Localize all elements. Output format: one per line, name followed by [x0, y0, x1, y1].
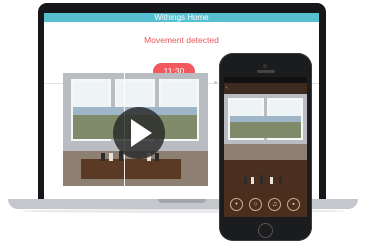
- chat-icon[interactable]: •: [230, 198, 243, 211]
- laptop-notch: [158, 199, 206, 203]
- window-title: Withings Home: [44, 13, 319, 22]
- phone-camera-feed[interactable]: [224, 94, 307, 160]
- back-icon[interactable]: ‹: [226, 83, 228, 94]
- play-icon: [131, 119, 152, 147]
- bulb-icon[interactable]: ○: [249, 198, 262, 211]
- phone-speaker: [257, 70, 275, 73]
- phone-app-title: [224, 83, 307, 94]
- phone-camera: [263, 64, 267, 68]
- alert-message: Movement detected: [144, 35, 219, 45]
- timeline-tick[interactable]: [214, 81, 217, 84]
- phone-screen: ‹: [224, 77, 307, 217]
- camera-icon[interactable]: ▪: [287, 198, 300, 211]
- music-icon[interactable]: ♫: [268, 198, 281, 211]
- home-button[interactable]: [258, 223, 273, 238]
